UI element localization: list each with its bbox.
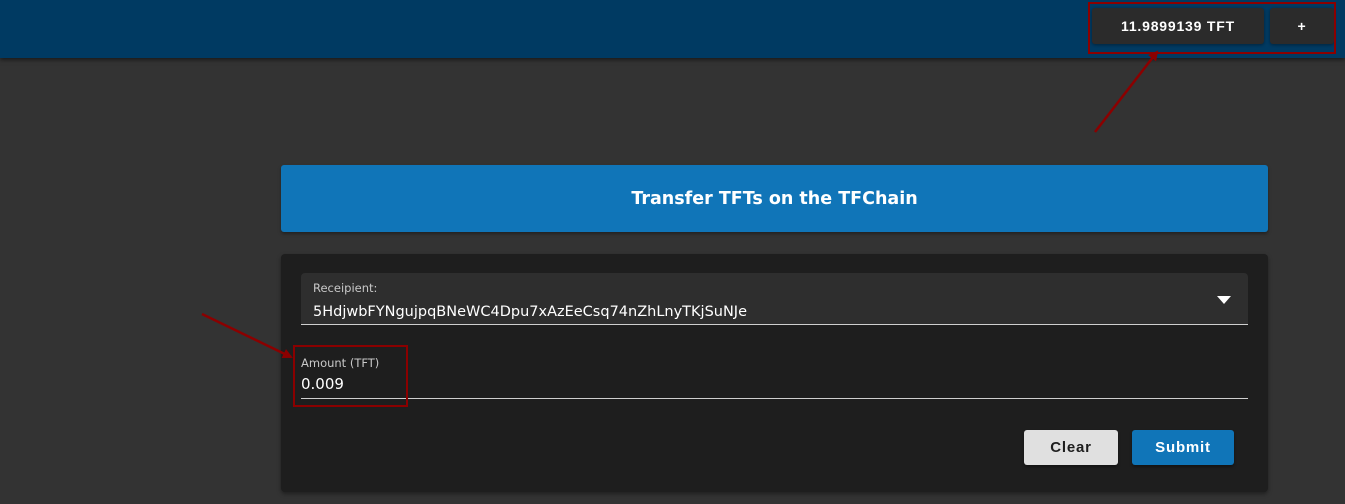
page-title: Transfer TFTs on the TFChain — [631, 188, 918, 209]
submit-button[interactable]: Submit — [1132, 430, 1234, 465]
caret-down-icon[interactable] — [1217, 296, 1231, 304]
recipient-label: Receipient: — [313, 281, 378, 295]
transfer-title-card: Transfer TFTs on the TFChain — [281, 165, 1268, 232]
amount-field[interactable]: Amount (TFT) — [301, 345, 1248, 399]
annotation-highlight-balance — [1088, 2, 1336, 54]
recipient-value: 5HdjwbFYNgujpqBNeWC4Dpu7xAzEeCsq74nZhLny… — [313, 304, 748, 320]
recipient-select[interactable]: Receipient: 5HdjwbFYNgujpqBNeWC4Dpu7xAzE… — [301, 273, 1248, 325]
clear-button[interactable]: Clear — [1024, 430, 1118, 465]
annotation-highlight-amount — [293, 345, 408, 407]
annotation-arrow-amount — [201, 312, 293, 359]
annotation-arrow-balance — [1094, 50, 1159, 133]
